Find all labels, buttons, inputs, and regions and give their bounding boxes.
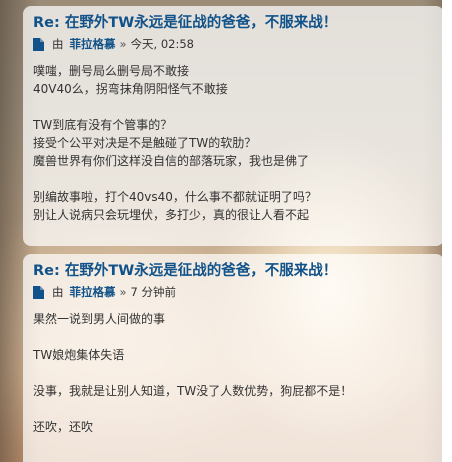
post-meta: 由 菲拉格慕 » 7 分钟前 xyxy=(33,284,434,300)
post-content-line xyxy=(33,364,434,382)
post-content-line xyxy=(33,170,434,188)
post-content-line: 别让人说病只会玩埋伏，多打少，真的很让人看不起 xyxy=(33,208,310,222)
post-meta-separator: » xyxy=(119,285,127,299)
post-content-line: 噗嗤，删号局么删号局不敢接 xyxy=(33,64,190,78)
post-meta: 由 菲拉格慕 » 今天, 02:58 xyxy=(33,36,434,52)
post-content-line: TW到底有没有个管事的？ xyxy=(33,118,173,132)
post-title[interactable]: Re: 在野外TW永远是征战的爸爸，不服来战！ xyxy=(33,13,434,33)
forum-post: Re: 在野外TW永远是征战的爸爸，不服来战！ 由 菲拉格慕 » 今天, 02:… xyxy=(23,6,444,246)
post-by-label: 由 xyxy=(52,37,64,51)
post-content-line xyxy=(33,400,434,418)
document-icon[interactable] xyxy=(33,285,44,299)
post-content-line: 40V40么，拐弯抹角阴阳怪气不敢接 xyxy=(33,82,228,96)
post-time: 今天, 02:58 xyxy=(130,37,194,51)
post-content-line: 没事，我就是让别人知道，TW没了人数优势，狗屁都不是！ xyxy=(33,384,353,398)
post-author-link[interactable]: 菲拉格慕 xyxy=(70,36,116,52)
post-content-line: TW娘炮集体失语 xyxy=(33,348,125,362)
post-content: 果然一说到男人间做的事 TW娘炮集体失语 没事，我就是让别人知道，TW没了人数优… xyxy=(33,310,434,436)
post-content-line: 魔兽世界有你们这样没自信的部落玩家，我也是佛了 xyxy=(33,154,310,168)
forum-post: Re: 在野外TW永远是征战的爸爸，不服来战！ 由 菲拉格慕 » 7 分钟前 果… xyxy=(23,254,444,462)
post-content-line: 还吹，还吹 xyxy=(33,420,94,434)
post-content-line xyxy=(33,98,434,116)
post-time: 7 分钟前 xyxy=(130,285,177,299)
post-content: 噗嗤，删号局么删号局不敢接 40V40么，拐弯抹角阴阳怪气不敢接 TW到底有没有… xyxy=(33,62,434,224)
post-content-line xyxy=(33,328,434,346)
post-meta-separator: » xyxy=(119,37,127,51)
post-content-line: 果然一说到男人间做的事 xyxy=(33,312,166,326)
post-content-line: 接受个公平对决是不是触碰了TW的软肋？ xyxy=(33,136,257,150)
post-content-line: 别编故事啦，打个40vs40，什么事不都就证明了吗？ xyxy=(33,190,317,204)
post-title[interactable]: Re: 在野外TW永远是征战的爸爸，不服来战！ xyxy=(33,261,434,281)
document-icon[interactable] xyxy=(33,37,44,51)
post-author-link[interactable]: 菲拉格慕 xyxy=(70,284,116,300)
post-by-label: 由 xyxy=(52,285,64,299)
